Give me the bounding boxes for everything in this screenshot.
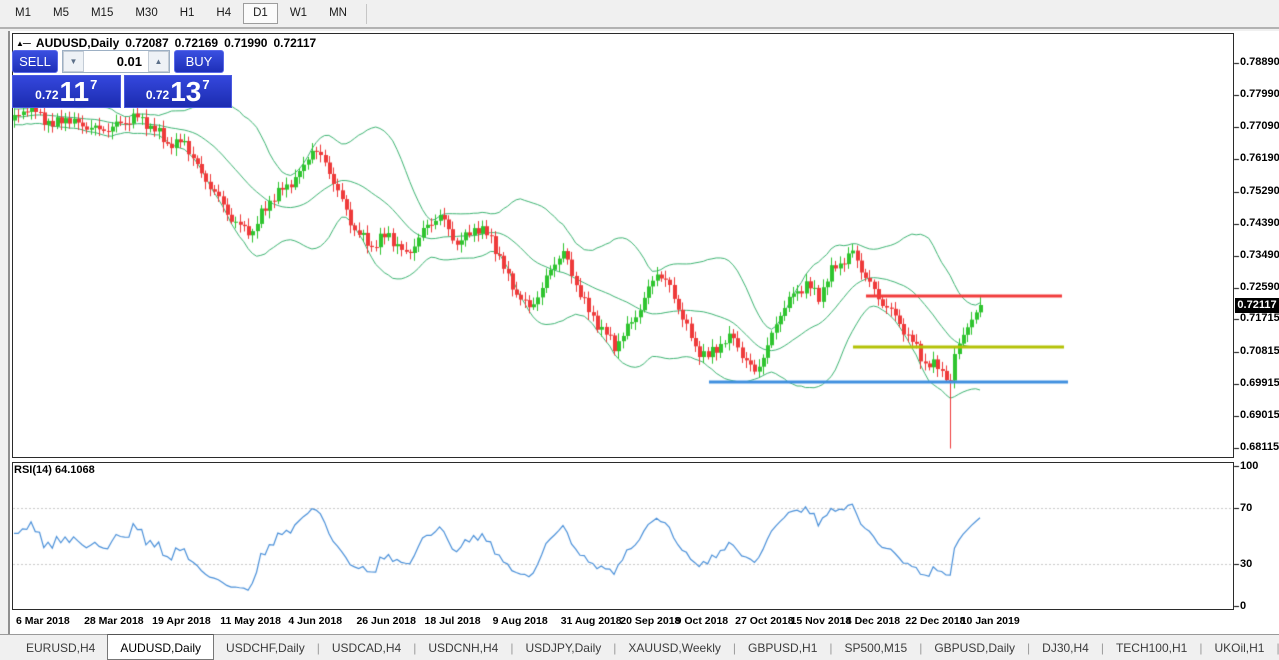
timeframe-button-h1[interactable]: H1 — [170, 3, 205, 25]
chart-tab-usdcnh[interactable]: USDCNH,H4 — [416, 635, 510, 660]
date-axis-label: 15 Nov 2018 — [790, 615, 852, 627]
sell-price-box[interactable]: 0.72 11 7 — [12, 75, 121, 108]
one-click-trading-panel: SELL ▼ ▲ BUY 0.72 11 7 0.72 13 7 — [12, 50, 232, 108]
price-axis-label: 0.74390 — [1240, 216, 1279, 229]
price-axis[interactable]: 0.78890 0.77990 0.77090 0.76190 0.75290 0.743… — [1232, 31, 1279, 612]
timeframe-button-w1[interactable]: W1 — [280, 3, 317, 25]
timeframe-button-d1[interactable]: D1 — [243, 2, 278, 25]
price-axis-label: 0.77990 — [1240, 88, 1279, 101]
volume-increase-button[interactable]: ▲ — [148, 51, 169, 72]
date-axis-label: 11 May 2018 — [220, 615, 281, 627]
date-axis[interactable]: 6 Mar 2018 28 Mar 2018 19 Apr 2018 11 May 2… — [10, 612, 1279, 634]
sell-price-sup: 7 — [90, 77, 98, 92]
timeframe-toolbar: M1 M5 M15 M30 H1 H4 D1 W1 MN — [0, 0, 1279, 29]
chart-window: ▲— AUDUSD,Daily 0.72087 0.72169 0.71990 … — [8, 31, 1279, 634]
ohlc-open: 0.72087 — [125, 36, 169, 50]
chart-symbol: AUDUSD,Daily — [35, 36, 120, 50]
chart-tab-xauusd[interactable]: XAUUSD,Weekly — [616, 635, 732, 660]
buy-price-box[interactable]: 0.72 13 7 — [123, 75, 232, 108]
rsi-axis-label: 30 — [1240, 558, 1253, 570]
date-axis-label: 26 Jun 2018 — [356, 615, 416, 627]
toolbar-separator — [365, 3, 367, 24]
sell-price-big: 11 — [59, 76, 90, 108]
sell-price-prefix: 0.72 — [35, 88, 59, 102]
price-axis-label: 0.73490 — [1240, 248, 1279, 261]
timeframe-button-mn[interactable]: MN — [319, 3, 357, 25]
date-axis-label: 31 Aug 2018 — [560, 615, 622, 627]
volume-stepper: ▼ ▲ — [62, 50, 170, 73]
date-axis-label: 10 Jan 2019 — [960, 615, 1020, 627]
chart-tab-usdjpy[interactable]: USDJPY,Daily — [513, 635, 613, 660]
chart-tab-sp500[interactable]: SP500,M15 — [833, 635, 920, 660]
rsi-plot-frame — [12, 462, 1234, 610]
rsi-axis-label: 70 — [1240, 502, 1253, 514]
timeframe-button-h4[interactable]: H4 — [206, 3, 241, 25]
chart-tab-dj30[interactable]: DJ30,H4 — [1030, 635, 1101, 660]
timeframe-button-m15[interactable]: M15 — [81, 3, 123, 25]
date-axis-label: 27 Oct 2018 — [735, 615, 794, 627]
date-axis-label: 4 Jun 2018 — [288, 615, 343, 627]
chart-tab-usdchf[interactable]: USDCHF,Daily — [214, 635, 317, 660]
chart-tab-tech100[interactable]: TECH100,H1 — [1104, 635, 1199, 660]
price-axis-label: 0.70815 — [1240, 344, 1279, 357]
price-axis-label: 0.69015 — [1240, 408, 1279, 421]
price-axis-label: 0.78890 — [1240, 56, 1279, 68]
chart-tab-gbpusd[interactable]: GBPUSD,H1 — [736, 635, 829, 660]
ohlc-high: 0.72169 — [174, 36, 219, 50]
chart-tab-bar: EURUSD,H4 AUDUSD,Daily USDCHF,Daily | USDCAD… — [0, 634, 1279, 660]
buy-button[interactable]: BUY — [174, 50, 224, 73]
price-axis-label: 0.75290 — [1240, 184, 1279, 197]
chart-tab-eurusd[interactable]: EURUSD,H4 — [14, 635, 107, 660]
timeframe-button-m30[interactable]: M30 — [125, 3, 167, 25]
volume-decrease-button[interactable]: ▼ — [63, 51, 84, 72]
sell-button[interactable]: SELL — [12, 50, 58, 73]
chart-tab-usdcad[interactable]: USDCAD,H4 — [320, 635, 413, 660]
date-axis-label: 28 Mar 2018 — [84, 615, 144, 627]
date-axis-label: 4 Dec 2018 — [845, 615, 901, 627]
rsi-indicator-label: RSI(14) 64.1068 — [14, 464, 95, 476]
date-axis-label: 9 Oct 2018 — [675, 615, 729, 627]
price-axis-label: 0.71715 — [1240, 312, 1279, 325]
price-axis-label: 0.77090 — [1240, 120, 1279, 133]
chart-tab-audusd[interactable]: AUDUSD,Daily — [107, 634, 215, 660]
buy-price-big: 13 — [170, 76, 202, 108]
price-axis-label: 0.69915 — [1240, 376, 1279, 389]
chart-tab-ukoil[interactable]: UKOil,H1 — [1202, 635, 1276, 660]
timeframe-button-m1[interactable]: M1 — [5, 3, 41, 25]
ohlc-low: 0.71990 — [224, 36, 268, 50]
price-axis-label: 0.68115 — [1240, 441, 1279, 453]
buy-price-prefix: 0.72 — [145, 88, 170, 102]
price-axis-label: 0.72590 — [1240, 281, 1279, 294]
date-axis-label: 6 Mar 2018 — [16, 615, 70, 627]
date-axis-label: 9 Aug 2018 — [492, 615, 548, 627]
rsi-axis-label: 100 — [1240, 460, 1259, 472]
rsi-axis-label: 0 — [1240, 600, 1247, 612]
date-axis-label: 22 Dec 2018 — [905, 615, 966, 627]
mt4-window: M1 M5 M15 M30 H1 H4 D1 W1 MN ▲— AUDUSD,Daily 0.7… — [0, 0, 1279, 660]
ohlc-close: 0.72117 — [273, 36, 317, 50]
date-axis-label: 20 Sep 2018 — [620, 615, 681, 627]
date-axis-label: 19 Apr 2018 — [152, 615, 211, 627]
timeframe-button-m5[interactable]: M5 — [43, 3, 79, 25]
date-axis-label: 18 Jul 2018 — [424, 615, 481, 627]
volume-input[interactable] — [84, 51, 148, 72]
chart-title: ▲— AUDUSD,Daily 0.72087 0.72169 0.71990 … — [16, 36, 316, 50]
chart-marker-icon: ▲— — [16, 38, 31, 48]
current-price-tag: 0.72117 — [1235, 298, 1279, 313]
buy-price-sup: 7 — [202, 77, 210, 92]
price-axis-label: 0.76190 — [1240, 152, 1279, 165]
chart-tab-gbpusd[interactable]: GBPUSD,Daily — [922, 635, 1027, 660]
